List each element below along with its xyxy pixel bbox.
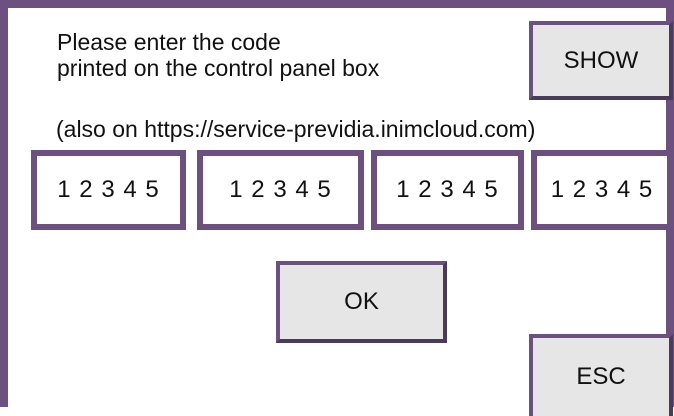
code-field-2[interactable]: 1 2 3 4 5 xyxy=(197,150,364,230)
url-note: (also on https://service-previdia.inimcl… xyxy=(56,116,536,142)
instruction-text: Please enter the code printed on the con… xyxy=(57,29,379,81)
code-field-4[interactable]: 1 2 3 4 5 xyxy=(531,150,673,230)
code-field-1[interactable]: 1 2 3 4 5 xyxy=(31,150,186,230)
code-field-3[interactable]: 1 2 3 4 5 xyxy=(371,150,524,230)
dialog-frame: Please enter the code printed on the con… xyxy=(0,0,674,416)
ok-button[interactable]: OK xyxy=(276,261,447,343)
instruction-line-1: Please enter the code xyxy=(57,29,281,55)
instruction-line-2: printed on the control panel box xyxy=(57,55,380,81)
show-button[interactable]: SHOW xyxy=(529,21,673,100)
esc-button[interactable]: ESC xyxy=(529,334,673,416)
